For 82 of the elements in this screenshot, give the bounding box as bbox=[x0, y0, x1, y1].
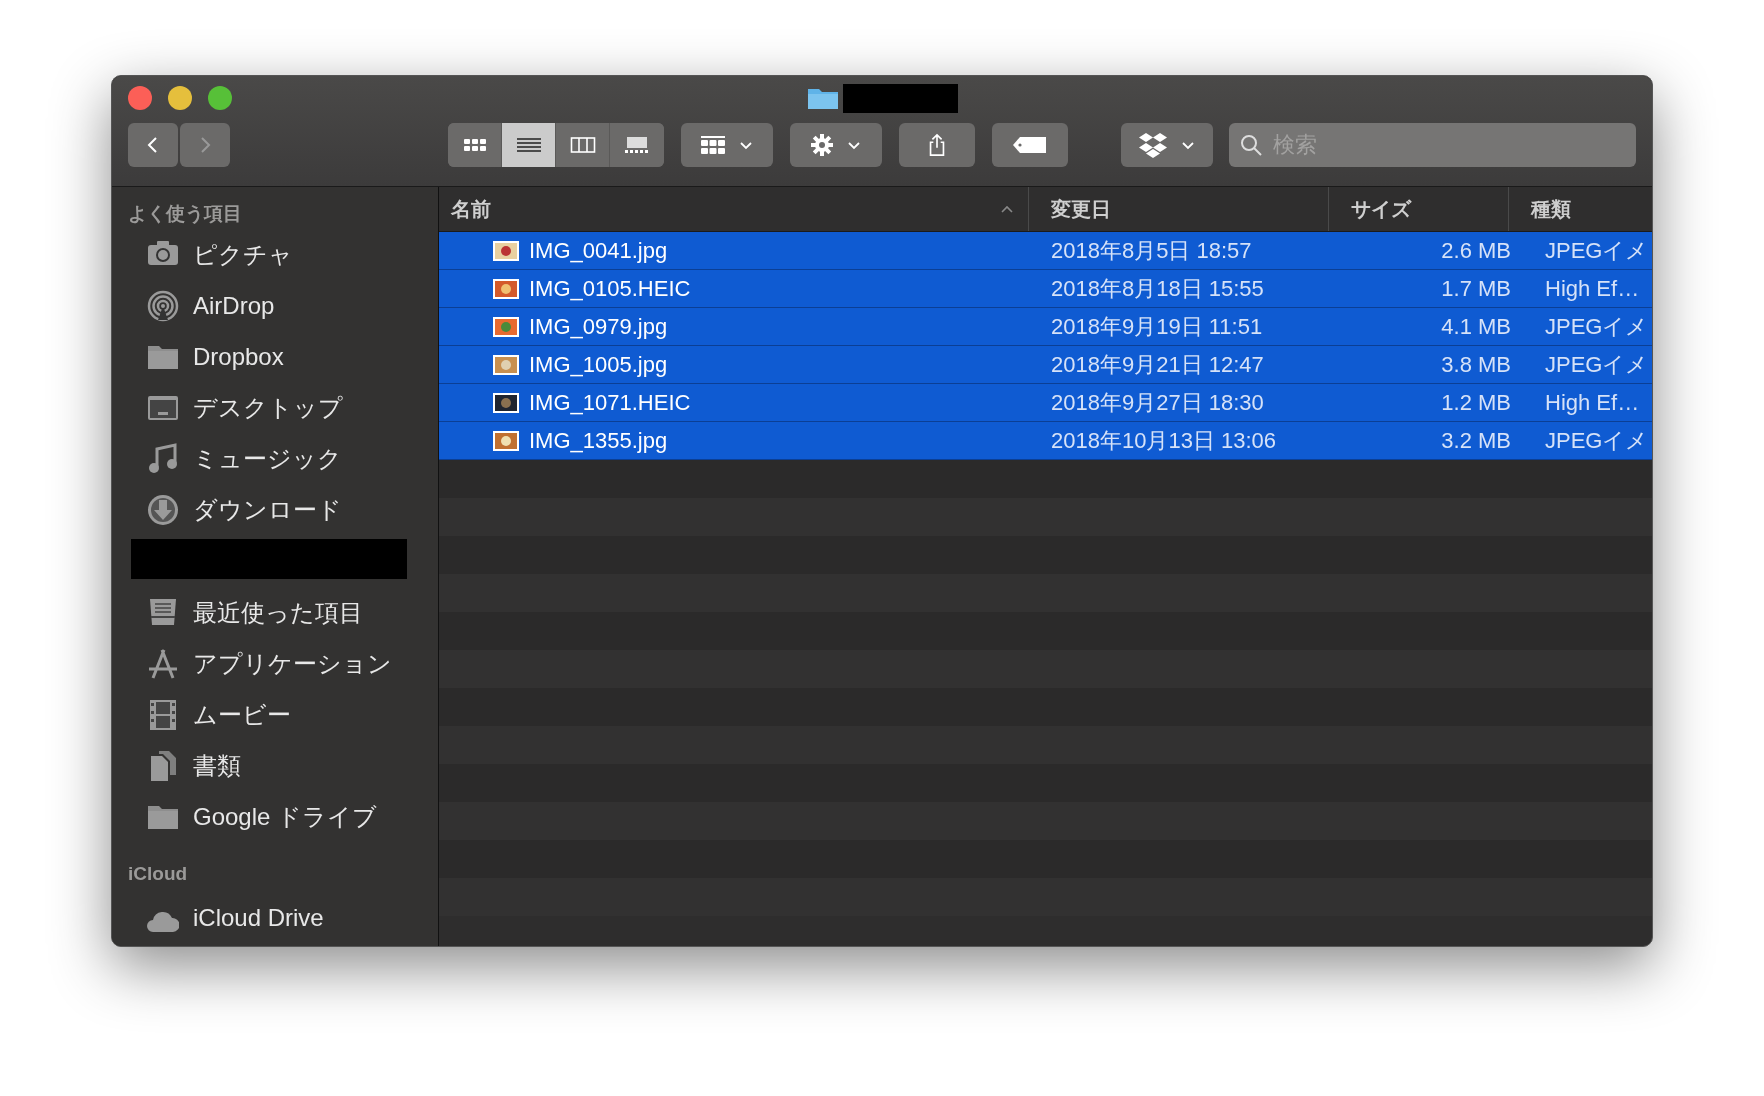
tag-button[interactable] bbox=[992, 123, 1068, 167]
file-size: 2.6 MB bbox=[1441, 237, 1511, 264]
minimize-button[interactable] bbox=[168, 86, 192, 110]
sidebar-item[interactable]: ミュージック bbox=[128, 433, 438, 484]
zoom-button[interactable] bbox=[208, 86, 232, 110]
sidebar-item[interactable]: ピクチャ bbox=[128, 229, 438, 280]
file-size: 1.7 MB bbox=[1441, 275, 1511, 302]
group-button[interactable] bbox=[681, 123, 773, 167]
file-kind: JPEGイメ bbox=[1545, 350, 1649, 379]
column-header[interactable]: 種類 bbox=[1509, 187, 1652, 231]
chevron-down-icon bbox=[738, 139, 754, 151]
photo-thumbnail bbox=[493, 392, 519, 413]
column-header[interactable]: 変更日 bbox=[1029, 187, 1329, 231]
file-name: IMG_0041.jpg bbox=[529, 237, 668, 264]
search-icon bbox=[1239, 133, 1263, 157]
modified-date: 2018年9月21日 12:47 bbox=[1051, 350, 1264, 379]
sort-ascending-icon bbox=[1000, 204, 1014, 214]
file-size: 3.8 MB bbox=[1441, 351, 1511, 378]
gear-icon bbox=[810, 133, 834, 157]
sidebar-item[interactable]: Dropbox bbox=[128, 331, 438, 382]
columns-view-icon bbox=[569, 135, 596, 155]
chevron-down-icon bbox=[846, 139, 862, 151]
file-row[interactable]: IMG_1355.jpg 2018年10月13日 13:06 3.2 MB JPEGイメ bbox=[439, 422, 1652, 460]
music-icon bbox=[147, 442, 179, 475]
sidebar-item[interactable]: ムービー bbox=[128, 689, 438, 740]
gallery-view-icon bbox=[624, 135, 650, 155]
sidebar-item[interactable]: 書類 bbox=[128, 740, 438, 791]
file-name: IMG_1355.jpg bbox=[529, 427, 668, 454]
sidebar-item[interactable]: iCloud Drive bbox=[128, 892, 438, 943]
sidebar-item[interactable]: ダウンロード bbox=[128, 484, 438, 535]
file-kind: High Ef… bbox=[1545, 389, 1640, 416]
photo-thumbnail bbox=[493, 354, 519, 375]
sidebar-section-heading: iCloud bbox=[128, 862, 189, 886]
sidebar-item[interactable]: デスクトップ bbox=[128, 382, 438, 433]
photo-thumbnail bbox=[493, 240, 519, 261]
file-name: IMG_1005.jpg bbox=[529, 351, 668, 378]
sidebar-item[interactable]: AirDrop bbox=[128, 280, 438, 331]
column-header[interactable]: サイズ bbox=[1329, 187, 1509, 231]
chevron-down-icon bbox=[1180, 139, 1196, 151]
file-kind: High Ef… bbox=[1545, 275, 1640, 302]
file-name: IMG_0979.jpg bbox=[529, 313, 668, 340]
file-row[interactable]: IMG_0105.HEIC 2018年8月18日 15:55 1.7 MB High Ef… bbox=[439, 270, 1652, 308]
modified-date: 2018年10月13日 13:06 bbox=[1051, 426, 1277, 455]
file-name: IMG_1071.HEIC bbox=[529, 389, 691, 416]
file-size: 4.1 MB bbox=[1441, 313, 1511, 340]
modified-date: 2018年9月27日 18:30 bbox=[1051, 388, 1264, 417]
apps-icon bbox=[147, 647, 179, 680]
file-kind: JPEGイメ bbox=[1545, 426, 1649, 455]
file-row[interactable]: IMG_1071.HEIC 2018年9月27日 18:30 1.2 MB High Ef… bbox=[439, 384, 1652, 422]
file-size: 3.2 MB bbox=[1441, 427, 1511, 454]
file-size: 1.2 MB bbox=[1441, 389, 1511, 416]
file-name: IMG_0105.HEIC bbox=[529, 275, 691, 302]
modified-date: 2018年8月18日 15:55 bbox=[1051, 274, 1264, 303]
photo-thumbnail bbox=[493, 278, 519, 299]
file-row[interactable]: IMG_0041.jpg 2018年8月5日 18:57 2.6 MB JPEGイメ bbox=[439, 232, 1652, 270]
modified-date: 2018年9月19日 11:51 bbox=[1051, 312, 1263, 341]
file-row[interactable]: IMG_1005.jpg 2018年9月21日 12:47 3.8 MB JPEGイメ bbox=[439, 346, 1652, 384]
sidebar-item[interactable]: アプリケーション bbox=[128, 638, 438, 689]
grid-icon bbox=[700, 135, 726, 155]
tag-icon bbox=[1012, 136, 1048, 154]
sidebar-item[interactable]: Google ドライブ bbox=[128, 791, 438, 842]
view-mode-button[interactable] bbox=[448, 123, 502, 167]
download-icon bbox=[147, 493, 179, 526]
photo-thumbnail bbox=[493, 316, 519, 337]
file-row[interactable]: IMG_0979.jpg 2018年9月19日 11:51 4.1 MB JPEGイメ bbox=[439, 308, 1652, 346]
photo-thumbnail bbox=[493, 430, 519, 451]
sidebar-section-heading: よく使う項目 bbox=[128, 202, 243, 226]
column-header[interactable]: 名前 bbox=[439, 187, 1029, 231]
dropbox-button[interactable] bbox=[1121, 123, 1213, 167]
modified-date: 2018年8月5日 18:57 bbox=[1051, 236, 1252, 265]
close-button[interactable] bbox=[128, 86, 152, 110]
list-view-icon bbox=[515, 135, 542, 155]
folder-icon bbox=[806, 86, 839, 110]
action-button[interactable] bbox=[790, 123, 882, 167]
open-box-icon bbox=[1138, 132, 1168, 158]
share-button[interactable] bbox=[899, 123, 975, 167]
movies-icon bbox=[147, 698, 179, 731]
view-mode-button[interactable] bbox=[502, 123, 556, 167]
file-kind: JPEGイメ bbox=[1545, 236, 1649, 265]
file-kind: JPEGイメ bbox=[1545, 312, 1649, 341]
sidebar-item[interactable]: 最近使った項目 bbox=[128, 587, 438, 638]
airdrop-icon bbox=[147, 289, 179, 322]
